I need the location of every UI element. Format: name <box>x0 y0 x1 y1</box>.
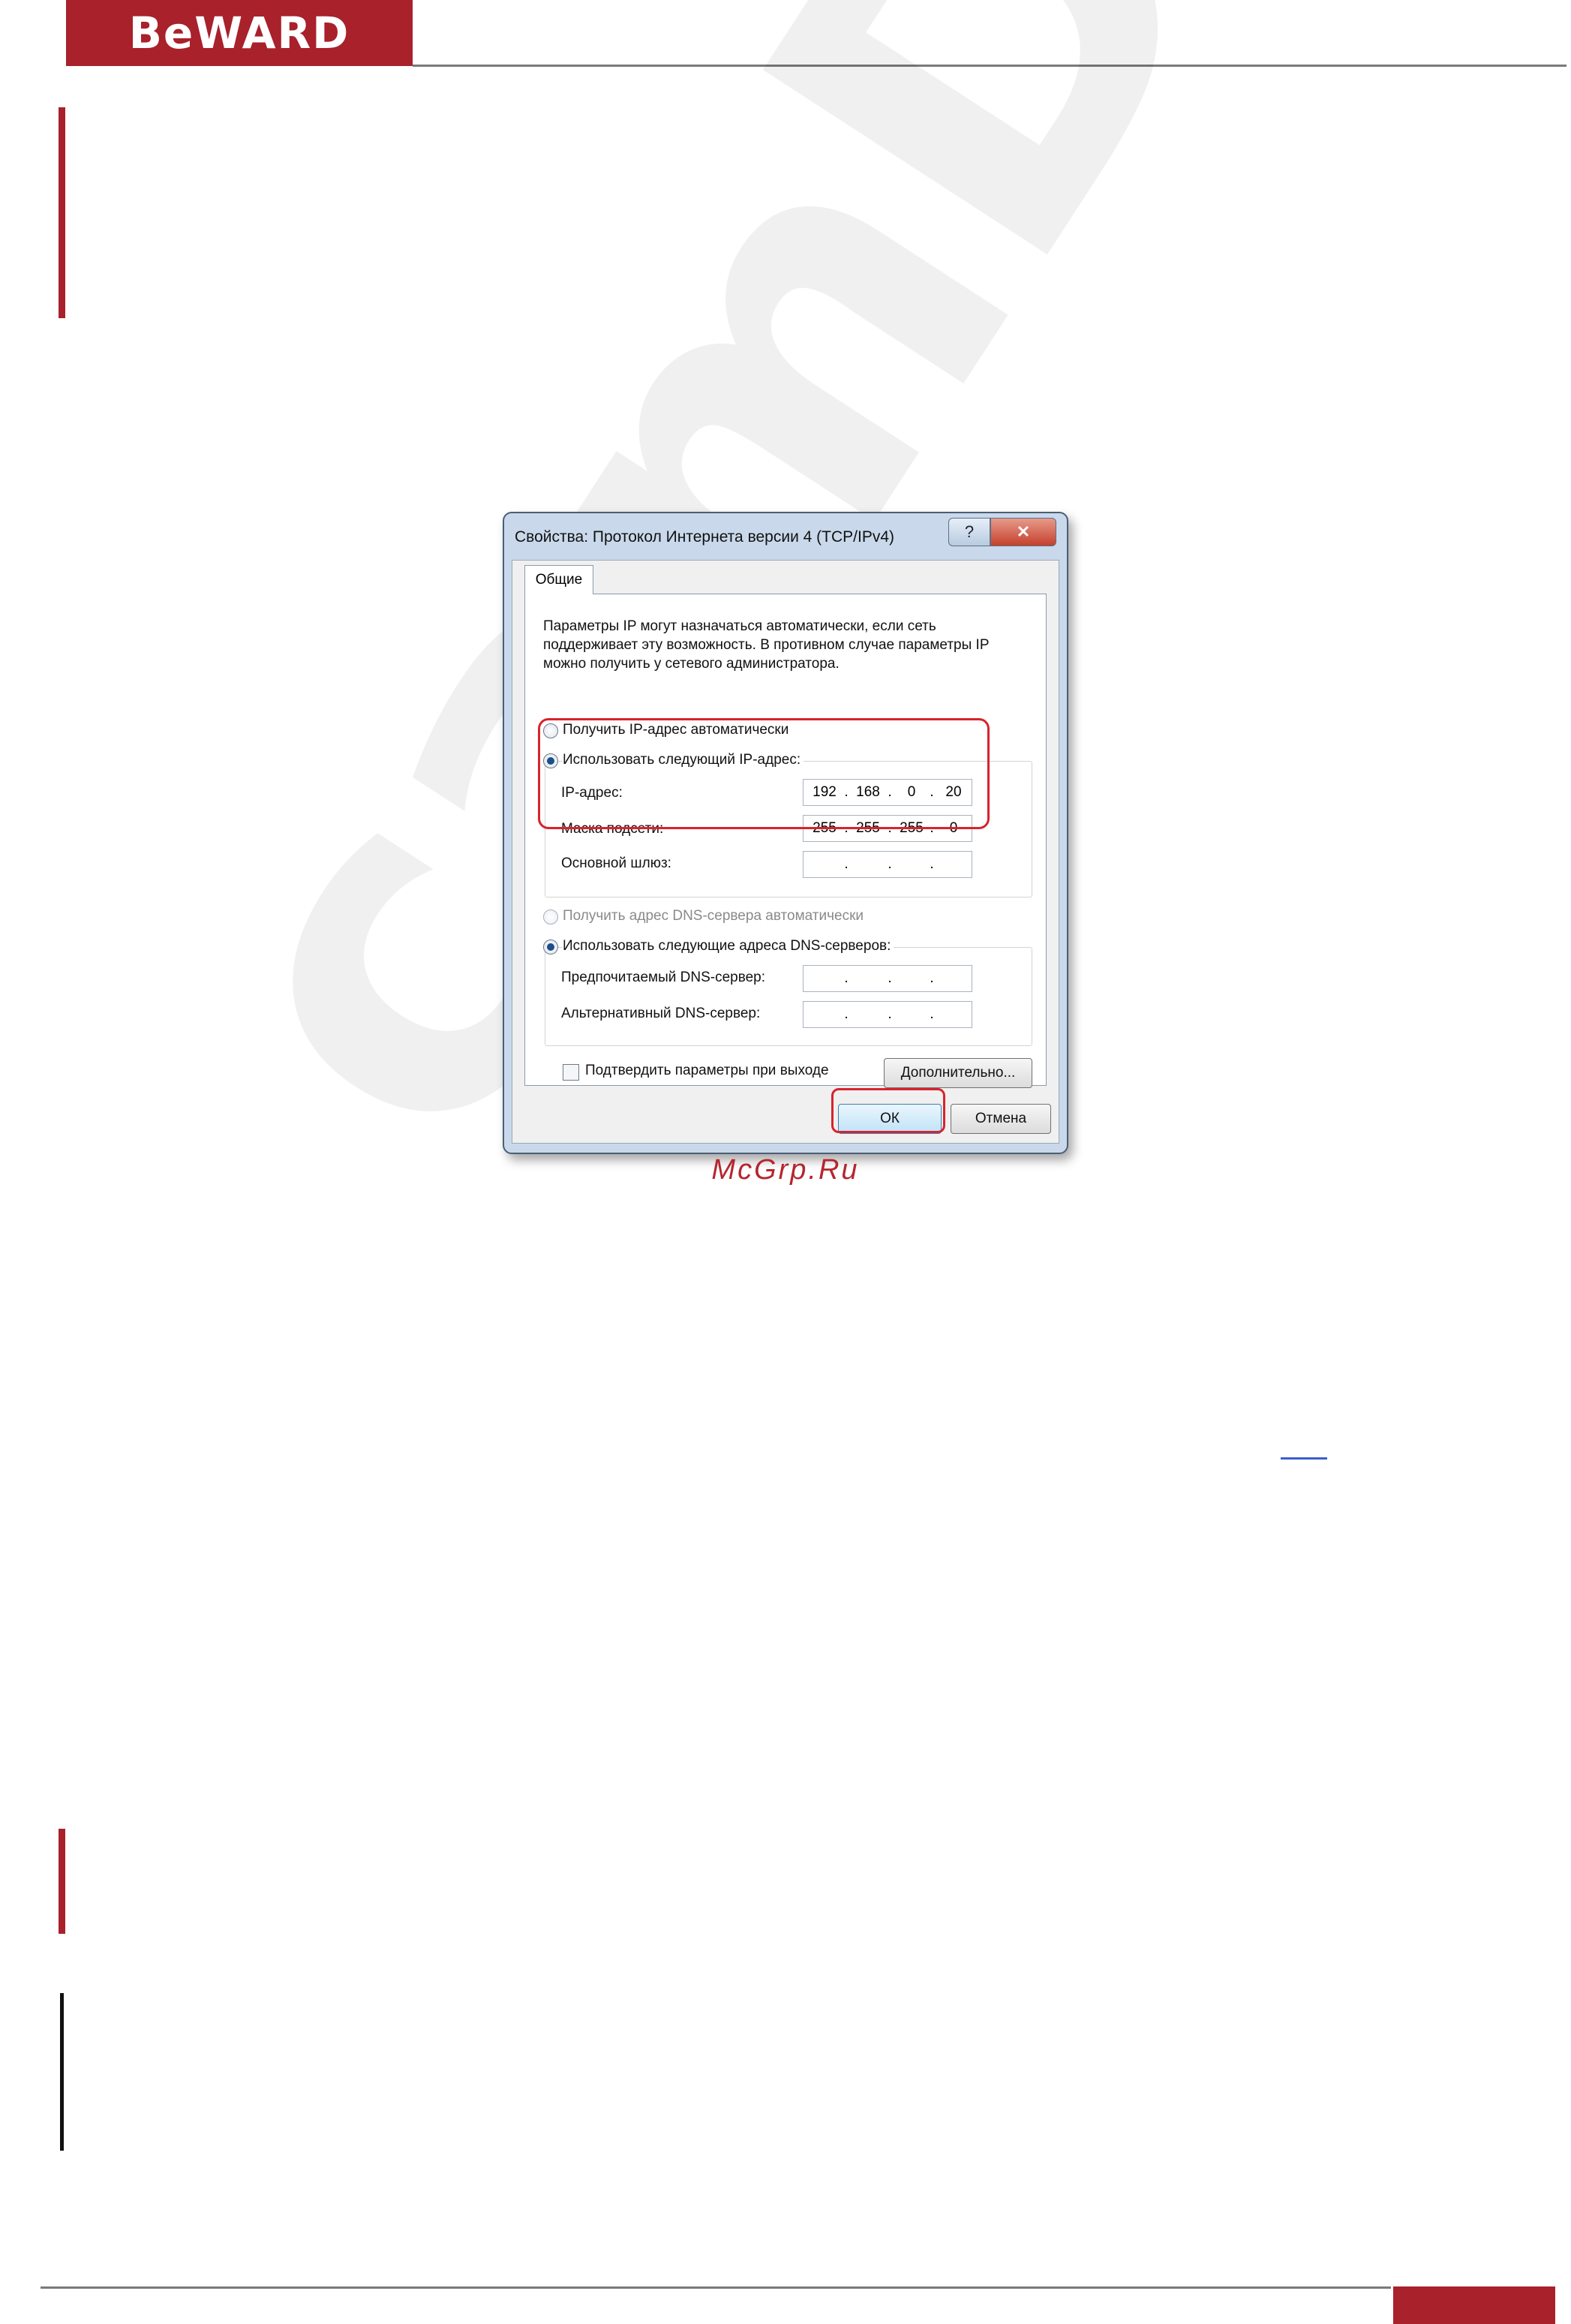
dialog-title: Свойства: Протокол Интернета версии 4 (T… <box>515 528 894 546</box>
gateway-label: Основной шлюз: <box>561 855 671 871</box>
cancel-button[interactable]: Отмена <box>951 1104 1051 1134</box>
title-buttons: ? ✕ <box>948 518 1056 546</box>
preferred-dns-input[interactable]: . . . <box>803 965 972 992</box>
manual-dns-radio[interactable] <box>543 940 558 955</box>
manual-dns-label: Использовать следующие адреса DNS-сервер… <box>563 938 894 955</box>
image-caption: McGrp.Ru <box>711 1154 860 1186</box>
dns-group <box>545 947 1032 1046</box>
alternate-dns-input[interactable]: . . . <box>803 1001 972 1028</box>
note-marker <box>60 1993 64 2151</box>
ok-button-highlight <box>831 1088 945 1133</box>
validate-checkbox[interactable] <box>563 1064 579 1081</box>
help-button[interactable]: ? <box>948 518 990 546</box>
logo-text: BeWARD <box>128 8 350 59</box>
general-panel: Параметры IP могут назначаться автоматич… <box>524 594 1047 1088</box>
section-marker-2 <box>59 1829 65 1934</box>
close-button[interactable]: ✕ <box>990 518 1056 546</box>
brand-logo: BeWARD <box>66 0 413 66</box>
tab-general[interactable]: Общие <box>524 565 593 594</box>
advanced-button[interactable]: Дополнительно... <box>884 1058 1032 1088</box>
ip-settings-highlight <box>538 718 990 829</box>
auto-dns-radio[interactable] <box>543 909 558 924</box>
preferred-dns-label: Предпочитаемый DNS-сервер: <box>561 970 766 985</box>
page-number-block <box>1393 2286 1555 2324</box>
alternate-dns-label: Альтернативный DNS-сервер: <box>561 1006 761 1021</box>
footer-rule <box>41 2286 1391 2289</box>
description-text: Параметры IP могут назначаться автоматич… <box>543 618 990 672</box>
gateway-input[interactable]: . . . <box>803 851 972 878</box>
validate-label: Подтвердить параметры при выходе <box>585 1063 829 1078</box>
dialog-client: Общие Параметры IP могут назначаться авт… <box>512 560 1059 1144</box>
auto-dns-label: Получить адрес DNS-сервера автоматически <box>563 908 864 924</box>
link-underline[interactable] <box>1281 1457 1327 1460</box>
section-marker-1 <box>59 107 65 318</box>
ipv4-properties-dialog: Свойства: Протокол Интернета версии 4 (T… <box>503 512 1068 1154</box>
